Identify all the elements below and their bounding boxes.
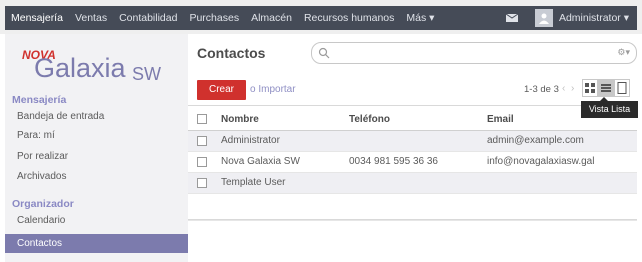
column-header-telefono[interactable]: Teléfono bbox=[349, 114, 390, 125]
list-view-button[interactable] bbox=[598, 79, 614, 97]
top-menu-mas[interactable]: Más ▾ bbox=[400, 12, 440, 24]
pager-value: 1-3 de 3 bbox=[524, 84, 559, 95]
table-row[interactable]: Nova Galaxia SW 0034 981 595 36 36 info@… bbox=[188, 152, 637, 173]
view-switcher bbox=[582, 79, 630, 97]
table-header-row: Nombre Teléfono Email bbox=[188, 109, 637, 131]
control-panel: Contactos ⚙▾ Crear o Importar 1-3 de 3 ‹… bbox=[188, 34, 638, 118]
create-button[interactable]: Crear bbox=[197, 80, 246, 100]
top-menu-purchases[interactable]: Purchases bbox=[183, 12, 245, 24]
sidebar-item-bandeja[interactable]: Bandeja de entrada bbox=[12, 107, 188, 126]
contacts-table: Nombre Teléfono Email Administrator admi… bbox=[188, 109, 637, 194]
cell-email: info@novagalaxiasw.gal bbox=[487, 156, 595, 167]
cell-name: Nova Galaxia SW bbox=[221, 156, 300, 167]
page-title: Contactos bbox=[197, 45, 266, 61]
sidebar-item-calendario[interactable]: Calendario bbox=[12, 211, 188, 230]
sidebar: NOVA Galaxia SW Mensajería Bandeja de en… bbox=[5, 34, 188, 262]
sidebar-item-por-realizar[interactable]: Por realizar bbox=[12, 147, 188, 166]
sidebar-item-contactos[interactable]: Contactos bbox=[5, 234, 188, 253]
search-options-icon[interactable]: ⚙▾ bbox=[617, 47, 630, 58]
top-navigation-bar: Mensajería Ventas Contabilidad Purchases… bbox=[5, 6, 637, 30]
row-checkbox[interactable] bbox=[197, 178, 207, 188]
top-right-area: Administrator ▾ bbox=[505, 6, 637, 30]
column-header-email[interactable]: Email bbox=[487, 114, 514, 125]
table-row[interactable]: Administrator admin@example.com bbox=[188, 131, 637, 152]
cell-phone: 0034 981 595 36 36 bbox=[349, 156, 438, 167]
main-content: Contactos ⚙▾ Crear o Importar 1-3 de 3 ‹… bbox=[188, 34, 642, 262]
sidebar-item-para-mi[interactable]: Para: mí bbox=[12, 126, 188, 145]
search-input[interactable]: ⚙▾ bbox=[311, 42, 637, 64]
cell-email: admin@example.com bbox=[487, 135, 584, 146]
sidebar-section-organizador: Organizador bbox=[12, 198, 74, 210]
sidebar-section-mensajeria: Mensajería bbox=[12, 94, 67, 106]
form-icon bbox=[617, 82, 627, 94]
top-menu: Mensajería Ventas Contabilidad Purchases… bbox=[5, 6, 440, 30]
list-icon bbox=[601, 84, 611, 92]
top-menu-mensajeria[interactable]: Mensajería bbox=[5, 12, 69, 24]
company-logo: NOVA Galaxia SW bbox=[20, 44, 170, 84]
column-header-nombre[interactable]: Nombre bbox=[221, 114, 259, 125]
search-icon bbox=[318, 47, 330, 59]
user-menu[interactable]: Administrator ▾ bbox=[559, 12, 629, 24]
top-menu-contabilidad[interactable]: Contabilidad bbox=[113, 12, 183, 24]
select-all-checkbox[interactable] bbox=[197, 114, 207, 124]
top-menu-ventas[interactable]: Ventas bbox=[69, 12, 113, 24]
kanban-view-button[interactable] bbox=[582, 79, 598, 97]
cell-name: Template User bbox=[221, 177, 286, 188]
logo-main-text: Galaxia bbox=[34, 53, 127, 83]
row-checkbox[interactable] bbox=[197, 136, 207, 146]
kanban-icon bbox=[585, 83, 595, 93]
import-link[interactable]: o Importar bbox=[250, 84, 296, 95]
top-menu-almacen[interactable]: Almacén bbox=[245, 12, 298, 24]
row-checkbox[interactable] bbox=[197, 157, 207, 167]
top-menu-recursos-humanos[interactable]: Recursos humanos bbox=[298, 12, 400, 24]
table-row[interactable]: Template User bbox=[188, 173, 637, 194]
sidebar-item-archivados[interactable]: Archivados bbox=[12, 167, 188, 186]
pager-next-icon[interactable]: › bbox=[571, 80, 581, 98]
logo-suffix-text: SW bbox=[132, 64, 161, 84]
cell-name: Administrator bbox=[221, 135, 280, 146]
form-view-button[interactable] bbox=[614, 79, 630, 97]
chat-icon[interactable] bbox=[505, 13, 519, 23]
table-footer bbox=[188, 219, 637, 221]
top-bar-frame: Mensajería Ventas Contabilidad Purchases… bbox=[0, 0, 642, 34]
user-avatar[interactable] bbox=[534, 9, 553, 27]
